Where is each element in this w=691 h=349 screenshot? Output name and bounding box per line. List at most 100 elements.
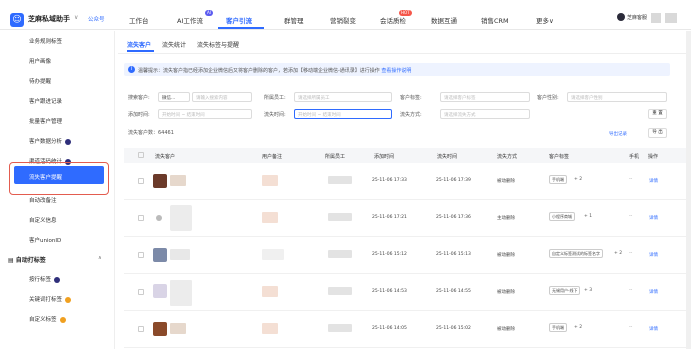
chevron-up-icon[interactable]: ∧ [98,255,102,261]
lost-time: 25-11-06 14:55 [436,289,471,294]
notice-help-link[interactable]: 查看操作说明 [381,68,411,74]
table-row[interactable]: 25-11-06 17:21 25-11-06 17:36 主动删除 小程序商城… [124,200,687,237]
nav-tab-sales-crm[interactable]: 销售CRM [481,15,509,25]
nav-tab-customer-acquisition[interactable]: 客户引流 [226,15,252,25]
more-tags[interactable]: + 2 [614,251,622,256]
tab-lost-stats[interactable]: 流失统计 [162,40,186,49]
column-header: 添加时间 [374,154,395,160]
public-account-link[interactable]: 公众号 [88,15,105,23]
app-logo-icon: ☺ [10,13,24,27]
sidebar-item-lost-customer[interactable]: 流失客户提醒 [29,173,62,181]
user-name: 芝麻客服 [627,14,648,21]
sidebar-item-follow-up[interactable]: 客户跟进记录 [29,97,62,105]
sidebar-item-custom-tags[interactable]: 自定义标签 [29,315,66,323]
column-header: 所属员工 [325,154,346,160]
add-time: 25-11-06 15:12 [372,252,407,257]
nav-tab-workbench[interactable]: 工作台 [129,15,149,25]
detail-link[interactable]: 详情 [649,326,658,332]
redacted-staff [328,250,352,258]
tag-label: 客户标签: [400,95,422,101]
table-row[interactable]: 25-11-06 14:05 25-11-06 15:02 被动删除 手机端 +… [124,311,687,348]
top-navigation-bar: ☺ 芝麻私域助手 ∨ 公众号 工作台 AI工作流 AI 客户引流 群管理 营销裂… [0,0,691,30]
sidebar-item-todo-reminder[interactable]: 待办提醒 [29,77,51,85]
detail-link[interactable]: 详情 [649,252,658,258]
lost-method: 被动删除 [497,179,515,184]
staff-select[interactable]: 请选择所属员工 [294,92,392,102]
select-all-checkbox[interactable] [138,152,144,158]
customer-tag: 手机端 [549,175,567,184]
sidebar-item-data-analysis[interactable]: 客户数据分析 [29,137,72,145]
lost-time: 25-11-06 15:02 [436,326,471,331]
table-row[interactable]: 25-11-06 17:33 25-11-06 17:39 被动删除 手机端 +… [124,163,687,200]
redacted-name [170,249,190,260]
app-name[interactable]: 芝麻私域助手 [28,14,70,24]
sidebar-item-row-tags[interactable]: 按行标签 [29,275,61,283]
search-input[interactable]: 请输入搜索内容 [192,92,252,102]
method-label: 流失方式: [400,112,422,118]
customer-tag: 手机端 [549,323,567,332]
tag-select[interactable]: 请选择客户标签 [440,92,530,102]
detail-link[interactable]: 详情 [649,289,658,295]
nav-tab-data-sync[interactable]: 数据互通 [431,15,457,25]
detail-link[interactable]: 详情 [649,215,658,221]
active-tab-indicator [218,27,264,29]
lost-method: 主动删除 [497,216,515,221]
more-tags[interactable]: + 2 [574,325,582,330]
phone-value: -- [629,214,633,219]
sidebar-item-business-tags[interactable]: 业务规则标签 [29,37,62,45]
chevron-down-icon[interactable]: ∨ [74,14,78,21]
more-tags[interactable]: + 1 [584,214,592,219]
sidebar-item-batch-customers[interactable]: 批量客户管理 [29,117,62,125]
more-tags[interactable]: + 2 [574,177,582,182]
nav-tab-group-management[interactable]: 群管理 [284,15,304,25]
redacted-remark [262,212,278,223]
sidebar-item-auto-remark[interactable]: 自动改备注 [29,196,57,204]
nav-tab-more[interactable]: 更多∨ [536,15,554,25]
search-type-select[interactable]: 微信... [158,92,190,102]
user-avatar[interactable] [651,13,661,23]
diamond-icon [54,276,61,283]
account-menu-icon[interactable] [665,13,677,23]
table-row[interactable]: 25-11-06 15:12 25-11-06 15:13 被动删除 自定义标签… [124,237,687,274]
sidebar-item-user-profile[interactable]: 用户画像 [29,57,51,65]
notice-text: 温馨提示：流失客户指已经添加企业微信后又将客户删除的客户，若添加【移动端企业微信… [138,68,412,74]
row-checkbox[interactable] [138,215,144,221]
user-badge[interactable]: 芝麻客服 [617,13,647,21]
phone-value: -- [629,325,633,330]
row-checkbox[interactable] [138,326,144,332]
sidebar-item-unionid[interactable]: 客户unionID [29,236,61,244]
gender-select[interactable]: 请选择客户性别 [567,92,667,102]
column-header: 客户标签 [549,154,570,160]
lost-method: 被动删除 [497,253,515,258]
nav-tab-marketing[interactable]: 营销裂变 [330,15,356,25]
more-tags[interactable]: + 3 [584,288,592,293]
crown-icon [65,296,72,303]
row-checkbox[interactable] [138,289,144,295]
scrollbar[interactable] [686,31,691,349]
add-time: 25-11-06 17:33 [372,178,407,183]
export-button[interactable]: 导 出 [648,128,667,138]
lost-time: 25-11-06 17:39 [436,178,471,183]
tab-lost-tags-reminder[interactable]: 流失标签与提醒 [197,40,239,49]
detail-link[interactable]: 详情 [649,178,658,184]
row-checkbox[interactable] [138,178,144,184]
export-records-link[interactable]: 导出记录 [609,131,627,137]
sidebar-item-custom-info[interactable]: 自定义信息 [29,216,57,224]
nav-tab-session-inspection[interactable]: 会话质检 [380,15,406,25]
ai-badge: AI [205,10,213,16]
add-time-range[interactable]: 开始时间 ~ 结束时间 [158,109,252,119]
lost-time-range[interactable]: 开始时间 ~ 结束时间 [294,109,392,119]
tab-lost-customers[interactable]: 流失客户 [127,40,151,49]
row-checkbox[interactable] [138,252,144,258]
reset-button[interactable]: 重 置 [648,109,667,119]
redacted-staff [328,213,352,221]
avatar [153,284,167,298]
sidebar-item-keyword-tags[interactable]: 关键词打标签 [29,295,72,303]
table-row[interactable]: 25-11-06 14:53 25-11-06 14:55 被动删除 无锡用户-… [124,274,687,311]
redacted-remark [262,323,278,334]
method-select[interactable]: 请选择流失方式 [440,109,530,119]
sidebar-section-auto-tag[interactable]: ▤ 自动打标签 [8,255,46,264]
nav-tab-ai-workflow[interactable]: AI工作流 [177,15,203,25]
redacted-remark [262,249,284,260]
avatar [170,205,192,231]
